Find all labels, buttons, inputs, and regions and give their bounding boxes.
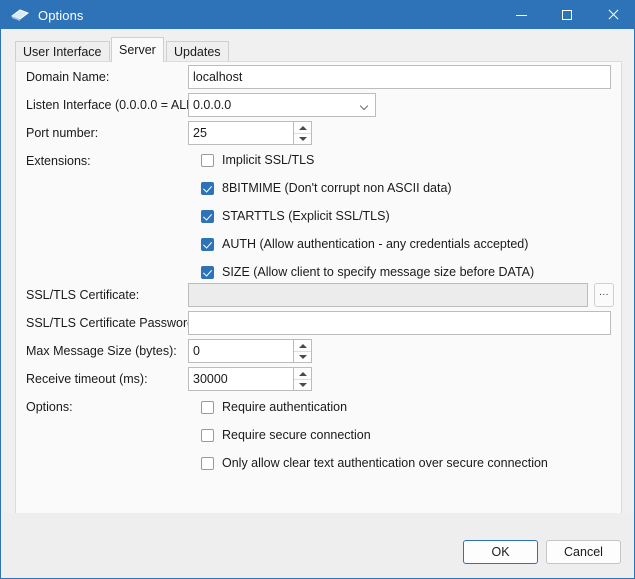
ssl-certificate-browse-button[interactable]: ... [594,283,614,307]
checkbox-box[interactable] [201,153,214,167]
checkbox-label: Only allow clear text authentication ove… [222,456,548,470]
checkbox-box[interactable] [201,456,214,470]
checkbox-auth[interactable]: AUTH (Allow authentication - any credent… [201,235,528,253]
ssl-certificate-input[interactable] [188,283,588,307]
listen-interface-value: 0.0.0.0 [193,98,232,112]
row-extensions: Extensions: [16,149,623,173]
row-ssl-certificate-password: SSL/TLS Certificate Password: [16,311,623,335]
receive-timeout-stepper [293,368,311,390]
checkbox-implicit-ssl-tls[interactable]: Implicit SSL/TLS [201,151,314,169]
receive-timeout-label: Receive timeout (ms): [26,372,148,386]
triangle-down-icon [298,383,307,387]
listen-interface-label: Listen Interface (0.0.0.0 = ALL): [26,98,201,112]
row-ssl-certificate: SSL/TLS Certificate: ... [16,283,623,307]
checkbox-label: Require authentication [222,400,348,414]
row-receive-timeout: Receive timeout (ms): [16,367,623,391]
domain-name-input[interactable] [188,65,611,89]
port-number-decrement-button[interactable] [294,133,311,144]
checkbox-label: SIZE (Allow client to specify message si… [222,265,535,279]
options-dialog-window: Options User Interface Server Updates Do… [0,0,635,579]
checkbox-label: Require secure connection [222,428,371,442]
checkbox-label: STARTTLS (Explicit SSL/TLS) [222,209,390,223]
receive-timeout-spinner [188,367,312,391]
triangle-down-icon [298,137,307,141]
title-bar: Options [1,1,634,29]
ssl-certificate-password-label: SSL/TLS Certificate Password: [26,316,198,330]
triangle-up-icon [298,125,307,130]
checkbox-box[interactable] [201,209,214,223]
window-title: Options [38,7,84,23]
row-max-message-size: Max Message Size (bytes): [16,339,623,363]
tab-updates[interactable]: Updates [166,41,229,62]
checkbox-box[interactable] [201,265,214,279]
receive-timeout-increment-button[interactable] [294,368,311,379]
checkbox-box[interactable] [201,400,214,414]
row-listen-interface: Listen Interface (0.0.0.0 = ALL): 0.0.0.… [16,93,623,117]
listen-interface-select[interactable]: 0.0.0.0 [188,93,376,117]
triangle-up-icon [298,371,307,376]
checkbox-clear-text-auth-over-secure[interactable]: Only allow clear text authentication ove… [201,454,548,472]
port-number-spinner [188,121,312,145]
max-message-size-decrement-button[interactable] [294,351,311,362]
ok-button[interactable]: OK [463,540,538,564]
max-message-size-increment-button[interactable] [294,340,311,351]
window-controls [499,1,634,29]
panel-top-border [15,61,622,62]
row-port-number: Port number: [16,121,623,145]
tab-server[interactable]: Server [111,37,164,62]
triangle-down-icon [298,355,307,359]
chevron-down-icon [361,103,368,110]
checkbox-require-secure-connection[interactable]: Require secure connection [201,426,371,444]
mail-icon [10,7,30,23]
receive-timeout-decrement-button[interactable] [294,379,311,390]
ssl-certificate-password-input[interactable] [188,311,611,335]
port-number-stepper [293,122,311,144]
maximize-button[interactable] [544,1,589,29]
checkbox-label: Implicit SSL/TLS [222,153,315,167]
cancel-button[interactable]: Cancel [546,540,621,564]
minimize-icon [516,14,527,16]
dialog-footer: OK Cancel [2,513,634,577]
extensions-label: Extensions: [26,154,91,168]
checkbox-8bitmime[interactable]: 8BITMIME (Don't corrupt non ASCII data) [201,179,452,197]
triangle-up-icon [298,343,307,348]
max-message-size-label: Max Message Size (bytes): [26,344,177,358]
maximize-icon [561,10,572,20]
max-message-size-stepper [293,340,311,362]
tab-bar: User Interface Server Updates [2,29,634,62]
checkbox-box[interactable] [201,428,214,442]
close-button[interactable] [589,1,634,29]
checkbox-require-authentication[interactable]: Require authentication [201,398,347,416]
checkbox-label: 8BITMIME (Don't corrupt non ASCII data) [222,181,452,195]
domain-name-label: Domain Name: [26,70,110,84]
checkbox-box[interactable] [201,181,214,195]
checkbox-label: AUTH (Allow authentication - any credent… [222,237,529,251]
checkbox-size[interactable]: SIZE (Allow client to specify message si… [201,263,534,281]
max-message-size-spinner [188,339,312,363]
minimize-button[interactable] [499,1,544,29]
checkbox-box[interactable] [201,237,214,251]
row-domain-name: Domain Name: [16,65,623,89]
port-number-label: Port number: [26,126,99,140]
server-settings-panel: Domain Name: Listen Interface (0.0.0.0 =… [15,61,622,514]
options-label: Options: [26,400,73,414]
port-number-increment-button[interactable] [294,122,311,133]
tab-user-interface[interactable]: User Interface [15,41,110,62]
close-icon [607,9,619,21]
ssl-certificate-label: SSL/TLS Certificate: [26,288,140,302]
checkbox-starttls[interactable]: STARTTLS (Explicit SSL/TLS) [201,207,390,225]
